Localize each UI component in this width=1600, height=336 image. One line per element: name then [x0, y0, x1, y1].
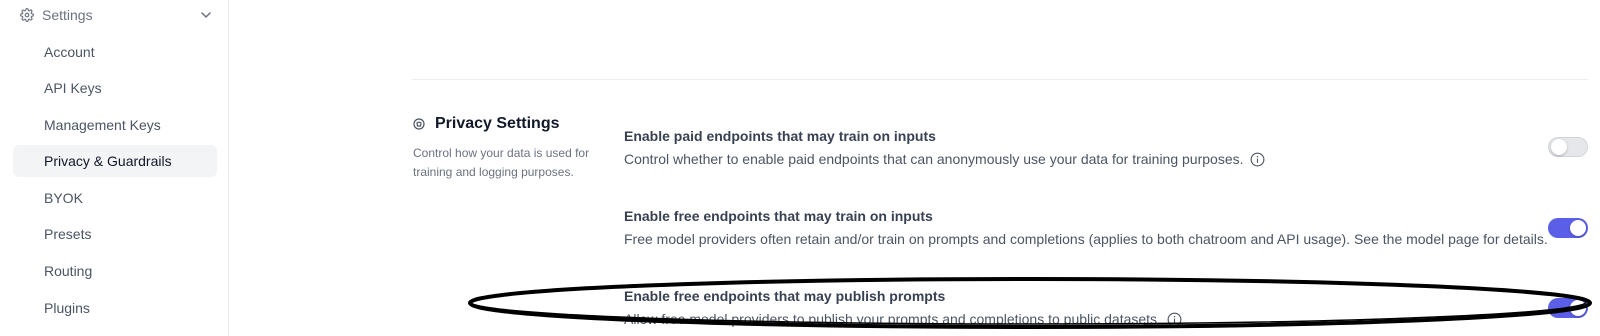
- settings-section-header[interactable]: Settings: [20, 4, 216, 26]
- info-icon[interactable]: [1250, 152, 1265, 167]
- sidebar-item-byok[interactable]: BYOK: [13, 182, 217, 214]
- privacy-settings-description: Control how your data is used for traini…: [413, 146, 590, 179]
- toggle-knob: [1551, 139, 1567, 155]
- setting-free-train: Enable free endpoints that may train on …: [624, 207, 1600, 248]
- sidebar-item-privacy-guardrails[interactable]: Privacy & Guardrails: [13, 145, 217, 177]
- sidebar-item-api-keys[interactable]: API Keys: [13, 72, 217, 104]
- setting-description-row: Control whether to enable paid endpoints…: [624, 150, 1600, 168]
- toggle-free-publish[interactable]: [1548, 298, 1588, 318]
- sidebar: Settings Account API Keys Management Key…: [0, 0, 229, 336]
- setting-description: Allow free model providers to publish yo…: [624, 311, 1161, 327]
- toggle-knob: [1570, 300, 1586, 316]
- sidebar-item-plugins[interactable]: Plugins: [13, 292, 217, 324]
- toggle-knob: [1570, 220, 1586, 236]
- sidebar-item-management-keys[interactable]: Management Keys: [13, 109, 217, 141]
- toggle-paid-train[interactable]: [1548, 137, 1588, 157]
- gear-icon: [20, 8, 34, 22]
- sidebar-item-presets[interactable]: Presets: [13, 218, 217, 250]
- setting-description-row: Free model providers often retain and/or…: [624, 230, 1600, 248]
- setting-free-publish: Enable free endpoints that may publish p…: [624, 287, 1600, 328]
- info-icon[interactable]: [1167, 312, 1182, 327]
- setting-description: Free model providers often retain and/or…: [624, 231, 1548, 247]
- setting-title: Enable free endpoints that may train on …: [624, 208, 933, 224]
- sidebar-item-routing[interactable]: Routing: [13, 255, 217, 287]
- chevron-down-icon: [200, 9, 212, 21]
- setting-title: Enable free endpoints that may publish p…: [624, 288, 946, 304]
- settings-section-label: Settings: [42, 7, 93, 23]
- toggle-free-train[interactable]: [1548, 218, 1588, 238]
- annotation-ellipse: [468, 277, 1592, 329]
- privacy-settings-header: Privacy Settings: [413, 115, 560, 133]
- privacy-icon: [413, 118, 425, 130]
- setting-description: Control whether to enable paid endpoints…: [624, 151, 1244, 167]
- section-divider: [412, 79, 1588, 80]
- sidebar-item-account[interactable]: Account: [13, 36, 217, 68]
- setting-paid-train: Enable paid endpoints that may train on …: [624, 127, 1600, 168]
- setting-description-row: Allow free model providers to publish yo…: [624, 310, 1600, 328]
- privacy-settings-title: Privacy Settings: [435, 115, 560, 132]
- setting-title: Enable paid endpoints that may train on …: [624, 128, 936, 144]
